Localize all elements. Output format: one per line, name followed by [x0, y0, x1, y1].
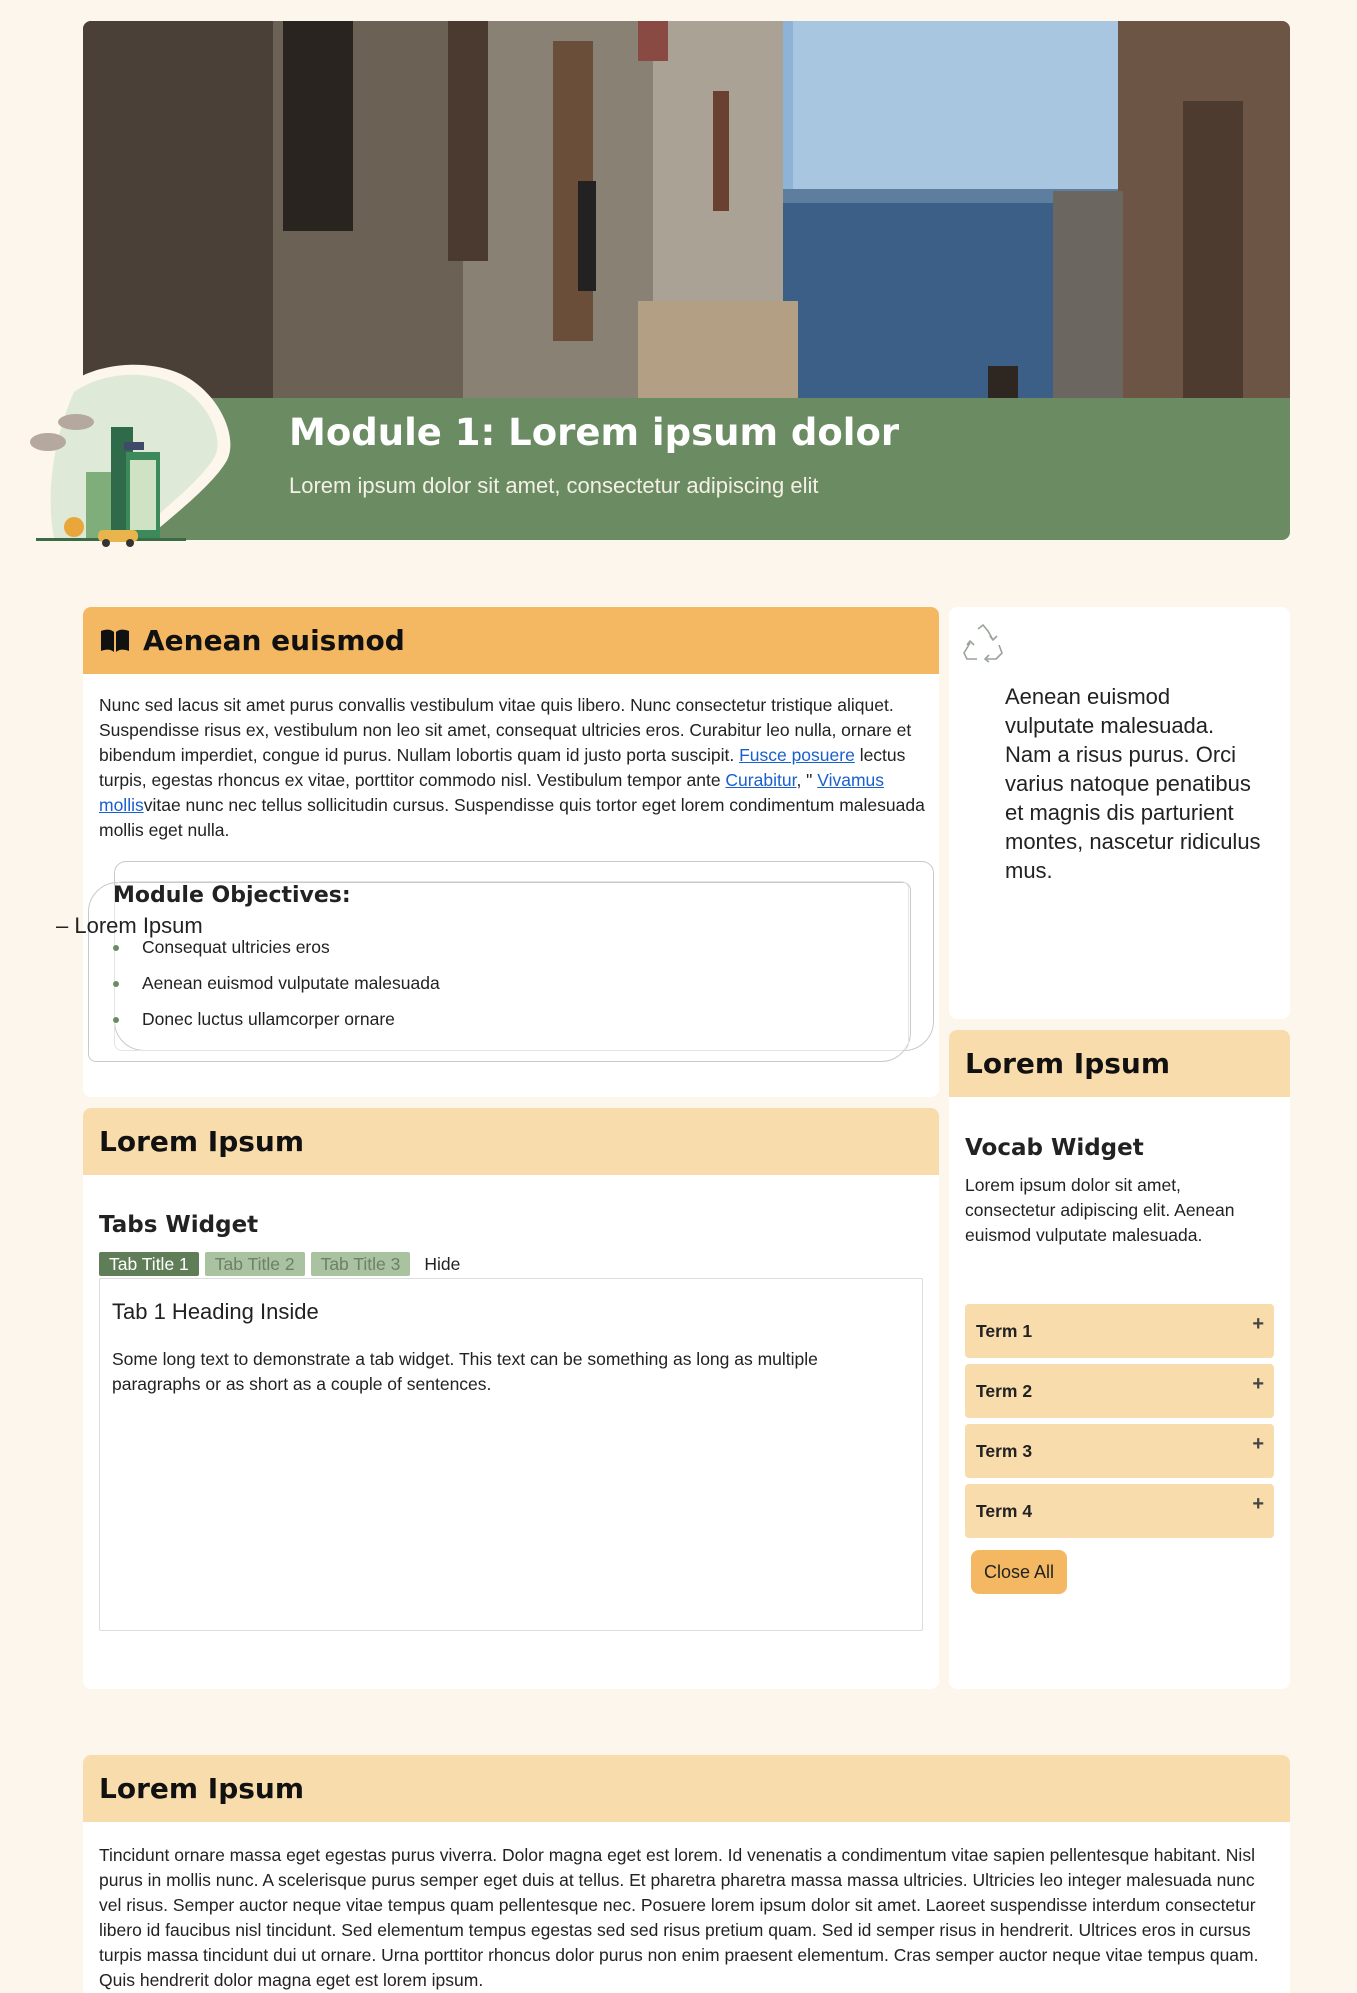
term-1-accordion[interactable]: Term 1 +: [965, 1304, 1274, 1358]
objectives-list: Consequat ultricies eros Aenean euismod …: [113, 929, 440, 1037]
tab-title-2[interactable]: Tab Title 2: [204, 1252, 305, 1276]
term-2-accordion[interactable]: Term 2 +: [965, 1364, 1274, 1418]
intro-text-3: , ": [796, 770, 818, 790]
plus-icon: +: [1252, 1493, 1264, 1515]
objective-item: Donec luctus ullamcorper ornare: [113, 1001, 440, 1037]
tab-title-1[interactable]: Tab Title 1: [99, 1252, 199, 1276]
term-label: Term 2: [976, 1380, 1033, 1401]
intro-text-4: vitae nunc nec tellus sollicitudin cursu…: [99, 795, 925, 840]
tab-bar: Tab Title 1 Tab Title 2 Tab Title 3 Hide: [99, 1252, 468, 1276]
term-label: Term 4: [976, 1500, 1033, 1521]
objectives-title: Module Objectives:: [113, 883, 351, 908]
quote-text: Aenean euismod vulputate malesuada. Nam …: [1005, 684, 1261, 883]
link-fusce-posuere[interactable]: Fusce posuere: [739, 745, 855, 765]
recycle-icon: [963, 624, 1003, 663]
intro-card-title: Aenean euismod: [143, 624, 405, 657]
objective-item: Aenean euismod vulputate malesuada: [113, 965, 440, 1001]
vocab-widget-description: Lorem ipsum dolor sit amet, consectetur …: [965, 1175, 1235, 1245]
page-title: Module 1: Lorem ipsum dolor: [289, 411, 900, 454]
quote-card: Aenean euismod vulputate malesuada. Nam …: [949, 607, 1290, 1019]
plus-icon: +: [1252, 1433, 1264, 1455]
term-3-accordion[interactable]: Term 3 +: [965, 1424, 1274, 1478]
intro-paragraph: Nunc sed lacus sit amet purus convallis …: [99, 693, 929, 843]
quote-author: – Lorem Ipsum: [56, 913, 203, 938]
tabs-card: Lorem Ipsum Tabs Widget Tab Title 1 Tab …: [83, 1108, 939, 1689]
vocab-card: Lorem Ipsum Vocab Widget Lorem ipsum dol…: [949, 1030, 1290, 1689]
plus-icon: +: [1252, 1373, 1264, 1395]
vocab-card-header: Lorem Ipsum: [949, 1030, 1290, 1097]
bottom-card: Lorem Ipsum Tincidunt ornare massa eget …: [83, 1755, 1290, 1993]
city-buildings-illustration: [30, 364, 231, 547]
hide-tabs-button[interactable]: Hide: [416, 1252, 468, 1276]
term-label: Term 3: [976, 1440, 1033, 1461]
page-subtitle: Lorem ipsum dolor sit amet, consectetur …: [289, 473, 819, 498]
vocab-widget-title: Vocab Widget: [965, 1135, 1144, 1161]
intro-card-header: Aenean euismod: [83, 607, 939, 674]
close-all-button[interactable]: Close All: [971, 1550, 1067, 1594]
term-label: Term 1: [976, 1320, 1033, 1341]
plus-icon: +: [1252, 1313, 1264, 1335]
tabs-widget-title: Tabs Widget: [99, 1212, 259, 1238]
link-curabitur[interactable]: Curabitur: [725, 770, 796, 790]
bottom-card-header: Lorem Ipsum: [83, 1755, 1290, 1822]
tab-panel: Tab 1 Heading Inside Some long text to d…: [99, 1278, 923, 1631]
tab-title-3[interactable]: Tab Title 3: [310, 1252, 411, 1276]
tabs-card-header: Lorem Ipsum: [83, 1108, 939, 1175]
term-4-accordion[interactable]: Term 4 +: [965, 1484, 1274, 1538]
open-book-icon: [101, 629, 129, 652]
bottom-card-text: Tincidunt ornare massa eget egestas puru…: [99, 1845, 1259, 1990]
tab-panel-text: Some long text to demonstrate a tab widg…: [112, 1349, 818, 1394]
tab-panel-heading: Tab 1 Heading Inside: [112, 1299, 319, 1324]
intro-card: Aenean euismod Nunc sed lacus sit amet p…: [83, 607, 939, 1097]
hero-image: [83, 21, 1290, 398]
